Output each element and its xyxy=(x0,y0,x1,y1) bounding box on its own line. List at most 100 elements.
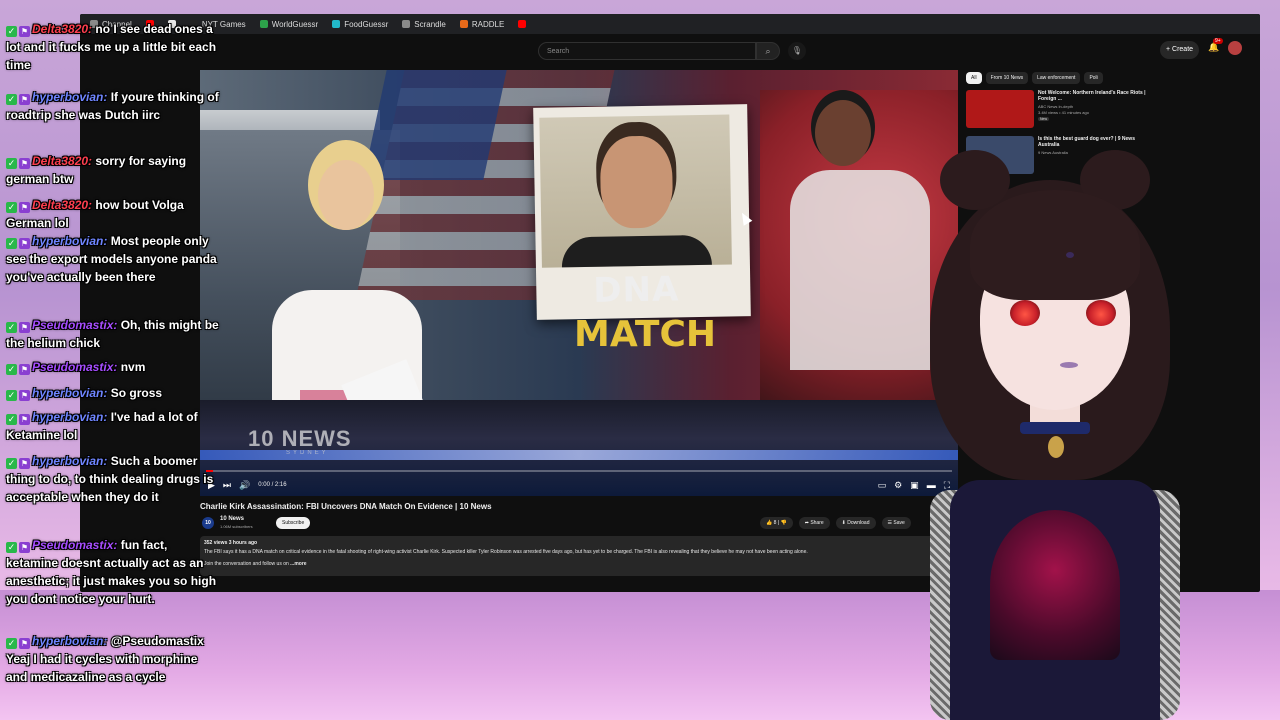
anchor-head xyxy=(318,160,374,230)
chat-username[interactable]: Delta3820: xyxy=(32,198,92,212)
chat-username[interactable]: hyperbovian: xyxy=(32,234,107,248)
mugshot-photo xyxy=(539,114,732,268)
youtube-icon xyxy=(518,20,527,28)
chat-username[interactable]: hyperbovian: xyxy=(32,386,107,400)
bookmark-4[interactable]: WorldGuessr xyxy=(259,20,318,29)
subscriber-badge-icon: ⚑ xyxy=(19,202,30,213)
filter-chips: All From 10 News Law enforcement Poli xyxy=(966,72,1103,84)
mic-icon[interactable]: 🎙 xyxy=(788,42,806,60)
mugshot-head xyxy=(599,135,674,229)
verified-badge-icon: ✓ xyxy=(6,322,17,333)
verified-badge-icon: ✓ xyxy=(6,94,17,105)
chat-message: ✓ ⚑ hyperbovian: I've had a lot of Ketamin… xyxy=(6,408,220,444)
chat-username[interactable]: hyperbovian: xyxy=(32,634,107,648)
bookmark-8[interactable] xyxy=(518,20,527,28)
search-icon: ⌕ xyxy=(765,46,771,56)
bookmark-7[interactable]: RADDLE xyxy=(459,19,505,29)
channel-name[interactable]: 10 News xyxy=(220,516,244,522)
subscriber-badge-icon: ⚑ xyxy=(19,458,30,469)
bookmark-label: RADDLE xyxy=(471,19,505,29)
worldguessr-icon xyxy=(259,20,268,28)
recommendation-item[interactable]: Not Welcome: Northern Ireland's Race Rio… xyxy=(966,90,1166,128)
subscriber-badge-icon: ⚑ xyxy=(19,542,30,553)
verified-badge-icon: ✓ xyxy=(6,238,17,249)
chip-0[interactable]: All xyxy=(966,72,982,84)
youtube-header: Search ⌕ 🎙 + Create 🔔 9+ xyxy=(80,34,1260,70)
search-input[interactable]: Search xyxy=(538,42,756,60)
recommendation-title[interactable]: Is this the best guard dog ever? | 9 New… xyxy=(1038,136,1156,148)
chat-message: ✓ ⚑ Delta3820: no I see dead ones a lot an… xyxy=(6,20,220,74)
avatar-pendant xyxy=(1048,436,1064,458)
chat-username[interactable]: hyperbovian: xyxy=(32,90,107,104)
verified-badge-icon: ✓ xyxy=(6,158,17,169)
chat-message: ✓ ⚑ hyperbovian: So gross xyxy=(6,384,220,402)
chip-3[interactable]: Poli xyxy=(1084,72,1103,84)
bookmark-5[interactable]: FoodGuessr xyxy=(332,20,388,29)
overlay-match-text: MATCH xyxy=(574,314,716,355)
share-label: Share xyxy=(810,520,824,526)
recommendation-title[interactable]: Not Welcome: Northern Ireland's Race Rio… xyxy=(1038,90,1156,102)
new-badge: New xyxy=(1038,117,1050,121)
video-description[interactable]: 352 views 3 hours ago The FBI says it ha… xyxy=(200,536,958,576)
chat-username[interactable]: hyperbovian: xyxy=(32,410,107,424)
chat-username[interactable]: Pseudomastix: xyxy=(32,538,117,552)
bookmark-6[interactable]: Scrandle xyxy=(402,20,446,29)
avatar-mouth xyxy=(1060,362,1078,368)
chat-text: nvm xyxy=(117,360,146,374)
stream-chat: ✓ ⚑ Delta3820: no I see dead ones a lot an… xyxy=(0,20,222,710)
verified-badge-icon: ✓ xyxy=(6,390,17,401)
recommendation-thumbnail[interactable] xyxy=(966,90,1034,128)
create-button[interactable]: + Create xyxy=(1160,41,1200,59)
chat-username[interactable]: Delta3820: xyxy=(32,154,92,168)
volume-icon[interactable]: 🔊 xyxy=(239,480,250,491)
verified-badge-icon: ✓ xyxy=(6,26,17,37)
subscriber-count: 1.06M subscribers xyxy=(220,524,253,529)
thumbs-up-icon: 👍 xyxy=(766,520,773,526)
next-icon[interactable]: ⏭ xyxy=(223,480,231,491)
chat-text: So gross xyxy=(107,386,163,400)
subscriber-badge-icon: ⚑ xyxy=(19,94,30,105)
avatar-dress xyxy=(990,510,1120,660)
download-button[interactable]: ⬇ Download xyxy=(835,517,876,529)
scrandle-icon xyxy=(402,20,411,28)
news-logo: 10 NEWS xyxy=(248,426,352,451)
like-button[interactable]: 👍 8 | 👎 xyxy=(760,517,793,529)
bookmark-label: Scrandle xyxy=(414,19,446,29)
share-icon: ➦ xyxy=(804,520,809,526)
subscribe-button[interactable]: Subscribe xyxy=(276,517,311,529)
chat-message: ✓ ⚑ Pseudomastix: nvm xyxy=(6,358,220,376)
moon-mark-icon xyxy=(1066,252,1074,258)
chat-username[interactable]: Delta3820: xyxy=(32,22,92,36)
chat-message: ✓ ⚑ Pseudomastix: Oh, this might be the he… xyxy=(6,316,220,352)
verified-badge-icon: ✓ xyxy=(6,542,17,553)
verified-badge-icon: ✓ xyxy=(6,414,17,425)
chat-message: ✓ ⚑ Pseudomastix: fun fact, ketamine doesn… xyxy=(6,536,220,608)
video-progress-bar[interactable] xyxy=(206,470,952,472)
share-button[interactable]: ➦ Share xyxy=(798,517,830,529)
foodguessr-icon xyxy=(332,20,341,28)
speaker-head xyxy=(815,100,871,166)
avatar[interactable] xyxy=(1228,41,1242,55)
chat-message: ✓ ⚑ hyperbovian: If youre thinking of road… xyxy=(6,88,220,124)
more-link[interactable]: ...more xyxy=(290,561,306,567)
chat-username[interactable]: hyperbovian: xyxy=(32,454,107,468)
video-time: 0:00 / 2:16 xyxy=(258,482,287,488)
video-player[interactable]: DNA MATCH 10 NEWS SYDNEY ▶ ⏭ 🔊 0:00 / 2:… xyxy=(200,70,958,496)
mugshot-shirt xyxy=(561,234,712,268)
description-text: The FBI says it has a DNA match on criti… xyxy=(204,549,808,555)
chip-1[interactable]: From 10 News xyxy=(985,72,1029,84)
video-controls: ▶ ⏭ 🔊 0:00 / 2:16 ▭ ⚙ ▣ ▬ ⛶ xyxy=(200,474,958,496)
chat-message: ✓ ⚑ hyperbovian: @Pseudomastix Yeaj I had … xyxy=(6,632,220,686)
recommendation-meta: 3.4M views • 41 minutes ago xyxy=(1038,110,1089,115)
captions-icon[interactable]: ▭ xyxy=(878,480,887,491)
avatar-eye-left xyxy=(1010,300,1040,326)
chat-username[interactable]: Pseudomastix: xyxy=(32,318,117,332)
search-button[interactable]: ⌕ xyxy=(756,42,780,60)
bookmarks-bar: Channel NYT Games WorldGuessr FoodGuessr Scr… xyxy=(80,14,1260,34)
thumbs-down-icon: 👎 xyxy=(780,520,787,526)
chat-message: ✓ ⚑ hyperbovian: Such a boomer thing to do… xyxy=(6,452,220,506)
verified-badge-icon: ✓ xyxy=(6,202,17,213)
chip-2[interactable]: Law enforcement xyxy=(1032,72,1081,84)
chat-username[interactable]: Pseudomastix: xyxy=(32,360,117,374)
verified-badge-icon: ✓ xyxy=(6,638,17,649)
